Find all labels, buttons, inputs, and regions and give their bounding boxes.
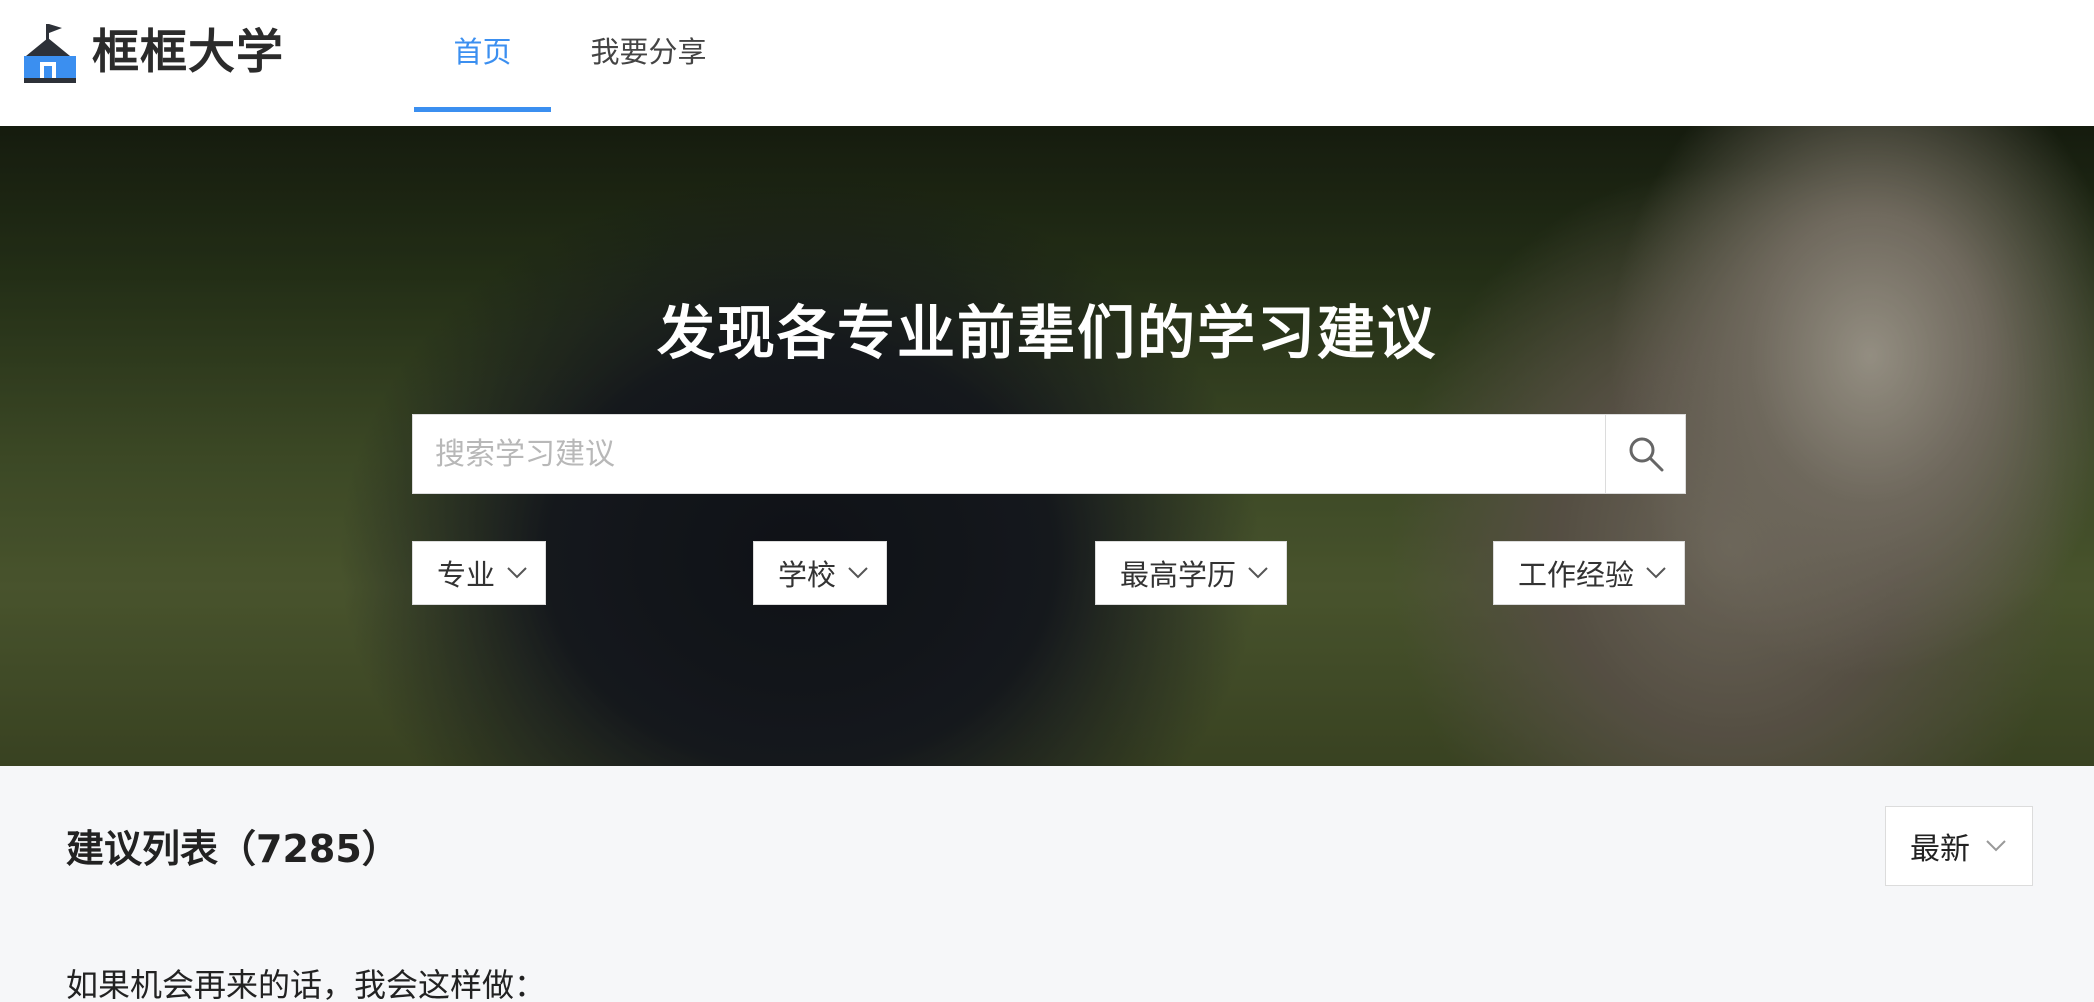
filter-degree[interactable]: 最高学历 bbox=[1095, 541, 1288, 605]
site-name: 框框大学 bbox=[92, 25, 284, 80]
filter-label: 专业 bbox=[437, 558, 496, 592]
filter-experience[interactable]: 工作经验 bbox=[1493, 541, 1686, 605]
list-item-title[interactable]: 如果机会再来的话，我会这样做： bbox=[66, 960, 546, 1002]
tab-home[interactable]: 首页 bbox=[414, 0, 551, 112]
hero-banner: 发现各专业前辈们的学习建议 专业 学校 最高学历 工作经验 bbox=[0, 126, 2094, 766]
filter-school[interactable]: 学校 bbox=[753, 541, 888, 605]
sort-label: 最新 bbox=[1910, 832, 1970, 867]
search-bar bbox=[412, 414, 1686, 494]
sort-dropdown[interactable]: 最新 bbox=[1885, 806, 2033, 886]
hero-title: 发现各专业前辈们的学习建议 bbox=[656, 299, 1437, 367]
search-input[interactable] bbox=[413, 415, 1605, 493]
chevron-down-icon bbox=[1646, 567, 1666, 579]
chevron-down-icon bbox=[848, 567, 868, 579]
filter-major[interactable]: 专业 bbox=[412, 541, 547, 605]
suggestion-list-section: 建议列表（7285） 最新 如果机会再来的话，我会这样做： bbox=[0, 766, 2094, 1002]
filter-label: 工作经验 bbox=[1518, 558, 1635, 592]
search-button[interactable] bbox=[1605, 415, 1685, 493]
site-logo[interactable]: 框框大学 bbox=[20, 22, 284, 84]
top-header: 框框大学 首页 我要分享 bbox=[0, 0, 2094, 126]
search-icon bbox=[1629, 437, 1663, 472]
filter-label: 最高学历 bbox=[1120, 558, 1237, 592]
chevron-down-icon bbox=[1248, 567, 1268, 579]
list-title: 建议列表（7285） bbox=[66, 827, 400, 871]
filter-label: 学校 bbox=[778, 558, 837, 592]
school-house-icon bbox=[24, 24, 76, 83]
tab-share[interactable]: 我要分享 bbox=[580, 0, 717, 112]
chevron-down-icon bbox=[507, 567, 527, 579]
chevron-down-icon bbox=[1986, 840, 2006, 852]
